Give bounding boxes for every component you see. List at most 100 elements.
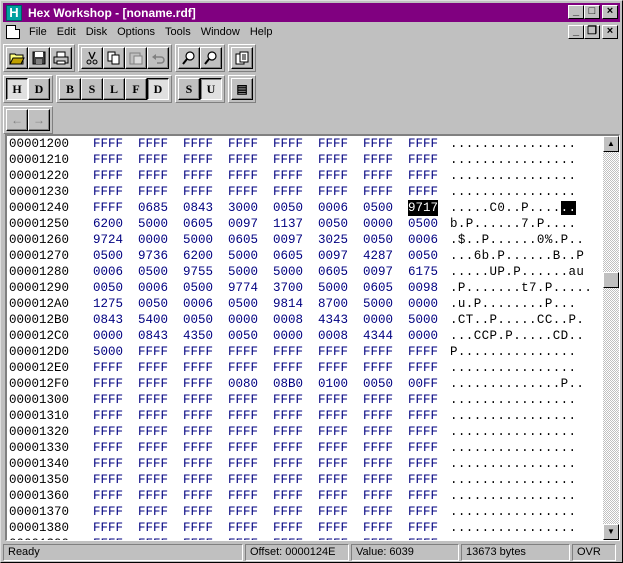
hex-word[interactable]: FFFF	[228, 520, 258, 536]
ascii-text[interactable]: .....UP.P......au	[450, 264, 584, 280]
hex-word[interactable]: 5000	[363, 296, 393, 312]
hex-word[interactable]: FFFF	[138, 456, 168, 472]
hex-word[interactable]: FFFF	[363, 456, 393, 472]
hex-word[interactable]: FFFF	[408, 440, 438, 456]
hex-word[interactable]: FFFF	[93, 392, 123, 408]
hex-word[interactable]: FFFF	[363, 152, 393, 168]
hex-word[interactable]: FFFF	[183, 360, 213, 376]
scrollbar-thumb[interactable]	[603, 272, 619, 288]
hex-word[interactable]: FFFF	[228, 488, 258, 504]
hex-row[interactable]: 000012E0 FFFF FFFF FFFF FFFF FFFF FFFF FFFF FFFF…	[7, 360, 605, 376]
hex-word[interactable]: FFFF	[318, 456, 348, 472]
hex-word[interactable]: FFFF	[363, 392, 393, 408]
hex-word[interactable]: FFFF	[228, 536, 258, 540]
hex-word[interactable]: FFFF	[228, 504, 258, 520]
hex-row[interactable]: 00001270 0500 9736 6200 5000 0605 0097 4287 0050…	[7, 248, 605, 264]
hex-word[interactable]: 0050	[228, 328, 258, 344]
ascii-text[interactable]: b.P......7.P....	[450, 216, 576, 232]
unsigned-button[interactable]: U	[200, 78, 222, 100]
hex-word[interactable]: 0097	[363, 264, 393, 280]
hex-word[interactable]: FFFF	[408, 360, 438, 376]
hex-word[interactable]: FFFF	[408, 408, 438, 424]
hex-word[interactable]: FFFF	[138, 488, 168, 504]
hex-word[interactable]: FFFF	[138, 536, 168, 540]
ascii-text[interactable]: ................	[450, 536, 576, 540]
hex-word[interactable]: 0500	[228, 296, 258, 312]
hex-row[interactable]: 000012B0 0843 5400 0050 0000 0008 4343 0000 5000…	[7, 312, 605, 328]
hex-word[interactable]: 9774	[228, 280, 258, 296]
hex-row[interactable]: 00001250 6200 5000 0605 0097 1137 0050 0000 0500…	[7, 216, 605, 232]
byte-mode-button[interactable]: B	[59, 78, 81, 100]
document-icon[interactable]	[6, 25, 20, 39]
close-button[interactable]: ×	[602, 5, 618, 19]
undo-icon[interactable]	[147, 47, 169, 69]
hex-word[interactable]: 5000	[273, 264, 303, 280]
hex-word[interactable]: FFFF	[228, 168, 258, 184]
hex-word[interactable]: 0843	[138, 328, 168, 344]
float-mode-button[interactable]: F	[125, 78, 147, 100]
hex-row[interactable]: 000012D0 5000 FFFF FFFF FFFF FFFF FFFF FFFF FFFF…	[7, 344, 605, 360]
hex-word[interactable]: 0050	[183, 312, 213, 328]
hex-word[interactable]: FFFF	[93, 376, 123, 392]
mdi-restore-button[interactable]: ❐	[584, 25, 600, 39]
hex-word[interactable]: 5000	[318, 280, 348, 296]
menu-file[interactable]: File	[24, 26, 52, 38]
hex-word[interactable]: FFFF	[363, 504, 393, 520]
hex-word[interactable]: FFFF	[93, 520, 123, 536]
hex-word[interactable]: 0605	[363, 280, 393, 296]
hex-word[interactable]: FFFF	[228, 456, 258, 472]
hex-word[interactable]: FFFF	[318, 440, 348, 456]
hex-word[interactable]: FFFF	[273, 472, 303, 488]
hex-row[interactable]: 00001310 FFFF FFFF FFFF FFFF FFFF FFFF FFFF FFFF…	[7, 408, 605, 424]
hex-word[interactable]: 0050	[318, 216, 348, 232]
forward-arrow-icon[interactable]: →	[28, 109, 50, 131]
hex-word[interactable]: FFFF	[228, 184, 258, 200]
hex-word[interactable]: 3000	[228, 200, 258, 216]
hex-word[interactable]: 5000	[228, 248, 258, 264]
hex-word[interactable]: 5000	[408, 312, 438, 328]
double-mode-button[interactable]: D	[147, 78, 169, 100]
ascii-text[interactable]: ................	[450, 440, 576, 456]
hex-word[interactable]: FFFF	[183, 136, 213, 152]
hex-word[interactable]: FFFF	[183, 488, 213, 504]
hex-word[interactable]: 0500	[408, 216, 438, 232]
hex-word[interactable]: 0605	[318, 264, 348, 280]
hex-word[interactable]: FFFF	[93, 536, 123, 540]
long-mode-button[interactable]: L	[103, 78, 125, 100]
hex-word[interactable]: FFFF	[183, 456, 213, 472]
hex-word[interactable]: FFFF	[138, 136, 168, 152]
ascii-text[interactable]: P...............	[450, 344, 576, 360]
hex-word[interactable]: 0050	[408, 248, 438, 264]
hex-word[interactable]: FFFF	[273, 456, 303, 472]
hex-word[interactable]: 0000	[93, 328, 123, 344]
hex-word[interactable]: FFFF	[138, 152, 168, 168]
hex-word[interactable]: 0100	[318, 376, 348, 392]
ascii-text[interactable]: ................	[450, 152, 576, 168]
display-options-icon[interactable]: ▤	[231, 78, 253, 100]
hex-word[interactable]: FFFF	[138, 424, 168, 440]
hex-word[interactable]: 0000	[408, 328, 438, 344]
hex-word[interactable]: 0098	[408, 280, 438, 296]
hex-word[interactable]: FFFF	[228, 344, 258, 360]
ascii-text[interactable]: .CT..P.....CC..P.	[450, 312, 584, 328]
hex-word[interactable]: FFFF	[183, 184, 213, 200]
hex-word[interactable]: 8700	[318, 296, 348, 312]
hex-word[interactable]: 4350	[183, 328, 213, 344]
hex-word[interactable]: FFFF	[363, 520, 393, 536]
maximize-button[interactable]: □	[584, 5, 600, 19]
hex-word[interactable]: FFFF	[273, 152, 303, 168]
hex-word[interactable]: FFFF	[273, 168, 303, 184]
hex-word[interactable]: 0050	[93, 280, 123, 296]
hex-row[interactable]: 00001380 FFFF FFFF FFFF FFFF FFFF FFFF FFFF FFFF…	[7, 520, 605, 536]
hex-word[interactable]: FFFF	[408, 136, 438, 152]
hex-word[interactable]: FFFF	[273, 408, 303, 424]
hex-row[interactable]: 00001200 FFFF FFFF FFFF FFFF FFFF FFFF FFFF FFFF…	[7, 136, 605, 152]
hex-word[interactable]: FFFF	[318, 136, 348, 152]
hex-word[interactable]: FFFF	[228, 152, 258, 168]
hex-word[interactable]: FFFF	[408, 392, 438, 408]
ascii-text[interactable]: ................	[450, 504, 576, 520]
hex-row[interactable]: 00001300 FFFF FFFF FFFF FFFF FFFF FFFF FFFF FFFF…	[7, 392, 605, 408]
paste-icon[interactable]	[125, 47, 147, 69]
hex-word[interactable]: FFFF	[273, 424, 303, 440]
hex-row[interactable]: 00001320 FFFF FFFF FFFF FFFF FFFF FFFF FFFF FFFF…	[7, 424, 605, 440]
